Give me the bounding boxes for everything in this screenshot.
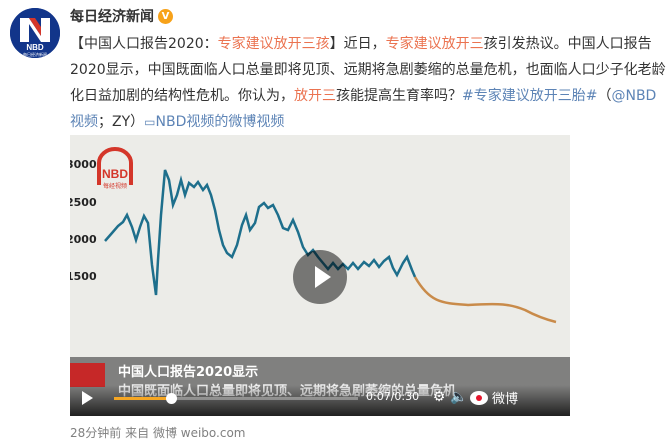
settings-gear-icon[interactable]: ⚙ — [430, 388, 448, 406]
topic-link-title[interactable]: 专家建议放开三孩 — [218, 36, 330, 52]
nbd-logo-icon: NBD 每日经济新闻 — [10, 8, 60, 58]
weibo-watermark-text: 微博 — [492, 392, 519, 407]
progress-bar[interactable] — [114, 393, 358, 404]
time-display: 0:07/0:30 — [366, 390, 420, 403]
author-name[interactable]: 每日经济新闻 — [70, 6, 154, 26]
post-title: 中国人口报告2020： — [84, 36, 218, 52]
play-button[interactable] — [293, 250, 347, 304]
nbd-logo-icon: NBD 每经视频 — [97, 147, 133, 190]
y-tick-label: 1500 — [70, 270, 97, 283]
nbd-video-logo: NBD 每经视频 — [94, 147, 136, 191]
bracket-open: 【 — [70, 36, 84, 52]
video-link[interactable]: NBD视频的微博视频 — [156, 114, 285, 130]
post-segment-4: （ — [597, 88, 612, 104]
caption-stripe — [70, 363, 105, 387]
topic-link-inline-2[interactable]: 放开三 — [294, 88, 336, 104]
post-segment-3: 孩能提高生育率吗？ — [336, 88, 462, 104]
hashtag-link[interactable]: #专家建议放开三胎# — [462, 88, 597, 104]
avatar[interactable]: NBD 每日经济新闻 — [10, 8, 60, 58]
control-play-icon[interactable] — [82, 391, 93, 405]
post-segment-1: 近日， — [343, 36, 386, 52]
verified-badge-icon: V — [158, 8, 173, 24]
post-meta: 28分钟前 来自 微博 weibo.com — [70, 424, 246, 441]
svg-text:每日经济新闻: 每日经济新闻 — [23, 51, 47, 57]
chart-line-projection — [413, 276, 557, 324]
y-tick-label: 2000 — [70, 233, 97, 246]
author-row: 每日经济新闻 V — [70, 6, 173, 26]
source-link[interactable]: 微博 weibo.com — [153, 426, 246, 440]
current-time: 0:07 — [366, 390, 391, 403]
progress-fill — [114, 397, 171, 400]
svg-text:每经视频: 每经视频 — [103, 182, 127, 190]
y-tick-label: 2500 — [70, 196, 97, 209]
y-tick-label: 3000 — [70, 158, 97, 171]
total-time: 0:30 — [394, 390, 420, 403]
chart-line-historical — [104, 169, 417, 296]
progress-knob[interactable] — [165, 393, 177, 404]
caption-title: 中国人口报告2020显示 — [118, 365, 259, 380]
svg-text:NBD: NBD — [102, 167, 128, 181]
video-player[interactable]: 3000 2500 2000 1500 NBD 每经视频 中国人口报告2020显… — [70, 135, 570, 416]
svg-text:NBD: NBD — [26, 43, 44, 52]
time-ago[interactable]: 28分钟前 — [70, 426, 121, 440]
weibo-logo-icon — [470, 390, 488, 405]
video-link-icon: ▭ — [144, 115, 156, 129]
source-prefix: 来自 — [125, 426, 150, 440]
topic-link-inline-1[interactable]: 专家建议放开三 — [386, 36, 484, 52]
weibo-watermark: 微博 — [470, 388, 518, 407]
post-segment-5: ；ZY） — [98, 114, 145, 130]
volume-icon[interactable]: 🔈 — [450, 388, 468, 406]
post-text: 【中国人口报告2020：专家建议放开三孩】近日，专家建议放开三孩引发热议。中国人… — [70, 31, 666, 135]
bracket-close: 】 — [329, 36, 344, 52]
